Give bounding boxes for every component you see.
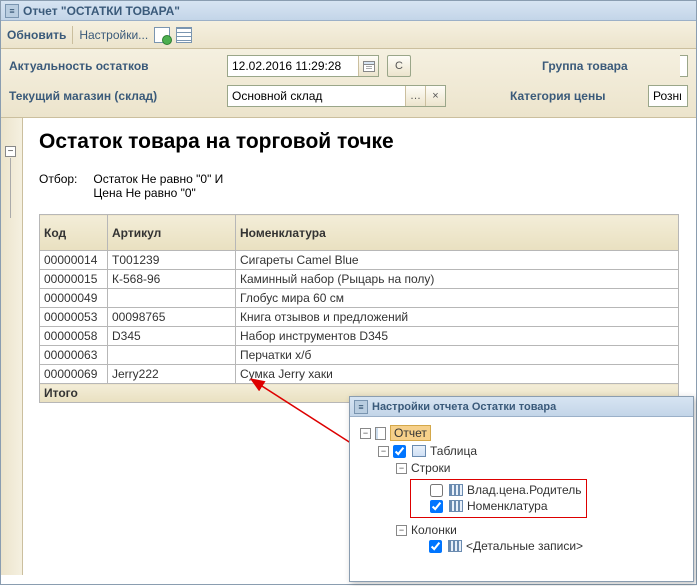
group-icon — [448, 540, 462, 552]
actuality-label: Актуальность остатков — [9, 59, 219, 73]
window-titlebar: ≡ Отчет "ОСТАТКИ ТОВАРА" — [1, 1, 696, 21]
tree-toggle-columns[interactable]: − — [396, 525, 407, 536]
col-header-nom[interactable]: Номенклатура — [236, 215, 679, 251]
cell-art — [108, 289, 236, 308]
calendar-icon[interactable] — [358, 56, 378, 76]
table-row[interactable]: 00000014Т001239Сигареты Camel Blue — [40, 251, 679, 270]
cell-nom: Набор инструментов D345 — [236, 327, 679, 346]
main-toolbar: Обновить Настройки... — [1, 21, 696, 49]
filter-block: Отбор: Остаток Не равно "0" И Цена Не ра… — [39, 172, 696, 200]
window-title: Отчет "ОСТАТКИ ТОВАРА" — [23, 4, 180, 18]
cell-code: 00000014 — [40, 251, 108, 270]
table-icon — [412, 445, 426, 457]
table-row[interactable]: 00000063 Перчатки х/б — [40, 346, 679, 365]
cell-art: D345 — [108, 327, 236, 346]
table-row[interactable]: 0000005300098765Книга отзывов и предложе… — [40, 308, 679, 327]
tree-node-nomenclature[interactable]: Номенклатура — [467, 499, 548, 513]
checkbox-owner-price-parent[interactable] — [430, 484, 443, 497]
tree-toggle-rows[interactable]: − — [396, 463, 407, 474]
tree-node-owner-price-parent[interactable]: Влад.цена.Родитель — [467, 483, 582, 497]
doc-icon — [375, 427, 386, 440]
cell-nom: Книга отзывов и предложений — [236, 308, 679, 327]
group-input-stub[interactable] — [680, 55, 688, 77]
tree-node-detail[interactable]: <Детальные записи> — [466, 539, 583, 553]
collapse-toggle[interactable]: − — [5, 146, 16, 157]
cell-art: К-568-96 — [108, 270, 236, 289]
cell-art: 00098765 — [108, 308, 236, 327]
settings-button[interactable]: Настройки... — [79, 28, 148, 42]
report-title: Остаток товара на торговой точке — [39, 130, 696, 154]
filter-line-1: Остаток Не равно "0" И — [93, 172, 223, 186]
tree-node-columns[interactable]: Колонки — [411, 523, 457, 537]
cell-art: Jerry222 — [108, 365, 236, 384]
clear-button[interactable]: × — [425, 86, 445, 106]
actuality-input[interactable] — [228, 56, 358, 76]
filter-line-2: Цена Не равно "0" — [93, 186, 223, 200]
cell-nom: Сигареты Camel Blue — [236, 251, 679, 270]
warehouse-label: Текущий магазин (склад) — [9, 89, 219, 103]
filter-label: Отбор: — [39, 172, 77, 200]
warehouse-input-wrap: … × — [227, 85, 446, 107]
highlight-box: Влад.цена.Родитель Номенклатура — [410, 479, 587, 518]
cell-nom: Сумка Jerry хаки — [236, 365, 679, 384]
cell-code: 00000063 — [40, 346, 108, 365]
price-category-input[interactable] — [649, 86, 685, 106]
c-button[interactable]: С — [387, 55, 411, 77]
cell-art: Т001239 — [108, 251, 236, 270]
tree-node-table[interactable]: Таблица — [430, 444, 477, 458]
cell-code: 00000069 — [40, 365, 108, 384]
cell-nom: Глобус мира 60 см — [236, 289, 679, 308]
cell-nom: Перчатки х/б — [236, 346, 679, 365]
settings-popup: ≡ Настройки отчета Остатки товара − Отче… — [349, 396, 694, 582]
tree-toggle-report[interactable]: − — [360, 428, 371, 439]
price-category-label: Категория цены — [510, 89, 640, 103]
table-header-row: Код Артикул Номенклатура — [40, 215, 679, 251]
cell-code: 00000053 — [40, 308, 108, 327]
tree-node-rows[interactable]: Строки — [411, 461, 450, 475]
outline-bracket — [10, 158, 11, 218]
actuality-input-wrap — [227, 55, 379, 77]
checkbox-nomenclature[interactable] — [430, 500, 443, 513]
group-label: Группа товара — [542, 59, 672, 73]
data-table: Код Артикул Номенклатура 00000014Т001239… — [39, 214, 679, 403]
ellipsis-button[interactable]: … — [405, 86, 425, 106]
save-settings-icon[interactable] — [154, 27, 170, 43]
table-row[interactable]: 00000058D345Набор инструментов D345 — [40, 327, 679, 346]
col-header-code[interactable]: Код — [40, 215, 108, 251]
tree-node-report[interactable]: Отчет — [390, 425, 431, 441]
price-category-input-wrap — [648, 85, 688, 107]
grid-icon[interactable] — [176, 27, 192, 43]
table-row[interactable]: 00000069Jerry222Сумка Jerry хаки — [40, 365, 679, 384]
table-body: 00000014Т001239Сигареты Camel Blue000000… — [40, 251, 679, 384]
tree-toggle-table[interactable]: − — [378, 446, 389, 457]
checkbox-table[interactable] — [393, 445, 406, 458]
popup-titlebar: ≡ Настройки отчета Остатки товара — [350, 397, 693, 417]
report-icon: ≡ — [5, 4, 19, 18]
cell-art — [108, 346, 236, 365]
filter-values: Остаток Не равно "0" И Цена Не равно "0" — [93, 172, 223, 200]
cell-nom: Каминный набор (Рыцарь на полу) — [236, 270, 679, 289]
popup-icon: ≡ — [354, 400, 368, 414]
table-row[interactable]: 00000015К-568-96Каминный набор (Рыцарь н… — [40, 270, 679, 289]
settings-tree: − Отчет − Таблица — [350, 417, 693, 563]
toolbar-separator — [72, 26, 73, 44]
params-panel: Актуальность остатков С Группа товара Те… — [1, 49, 696, 118]
checkbox-detail[interactable] — [429, 540, 442, 553]
group-icon — [449, 500, 463, 512]
warehouse-input[interactable] — [228, 86, 405, 106]
table-row[interactable]: 00000049 Глобус мира 60 см — [40, 289, 679, 308]
cell-code: 00000049 — [40, 289, 108, 308]
outline-gutter: − — [1, 118, 23, 575]
cell-code: 00000058 — [40, 327, 108, 346]
update-button[interactable]: Обновить — [7, 28, 66, 42]
col-header-art[interactable]: Артикул — [108, 215, 236, 251]
cell-code: 00000015 — [40, 270, 108, 289]
group-icon — [449, 484, 463, 496]
popup-title: Настройки отчета Остатки товара — [372, 401, 556, 413]
